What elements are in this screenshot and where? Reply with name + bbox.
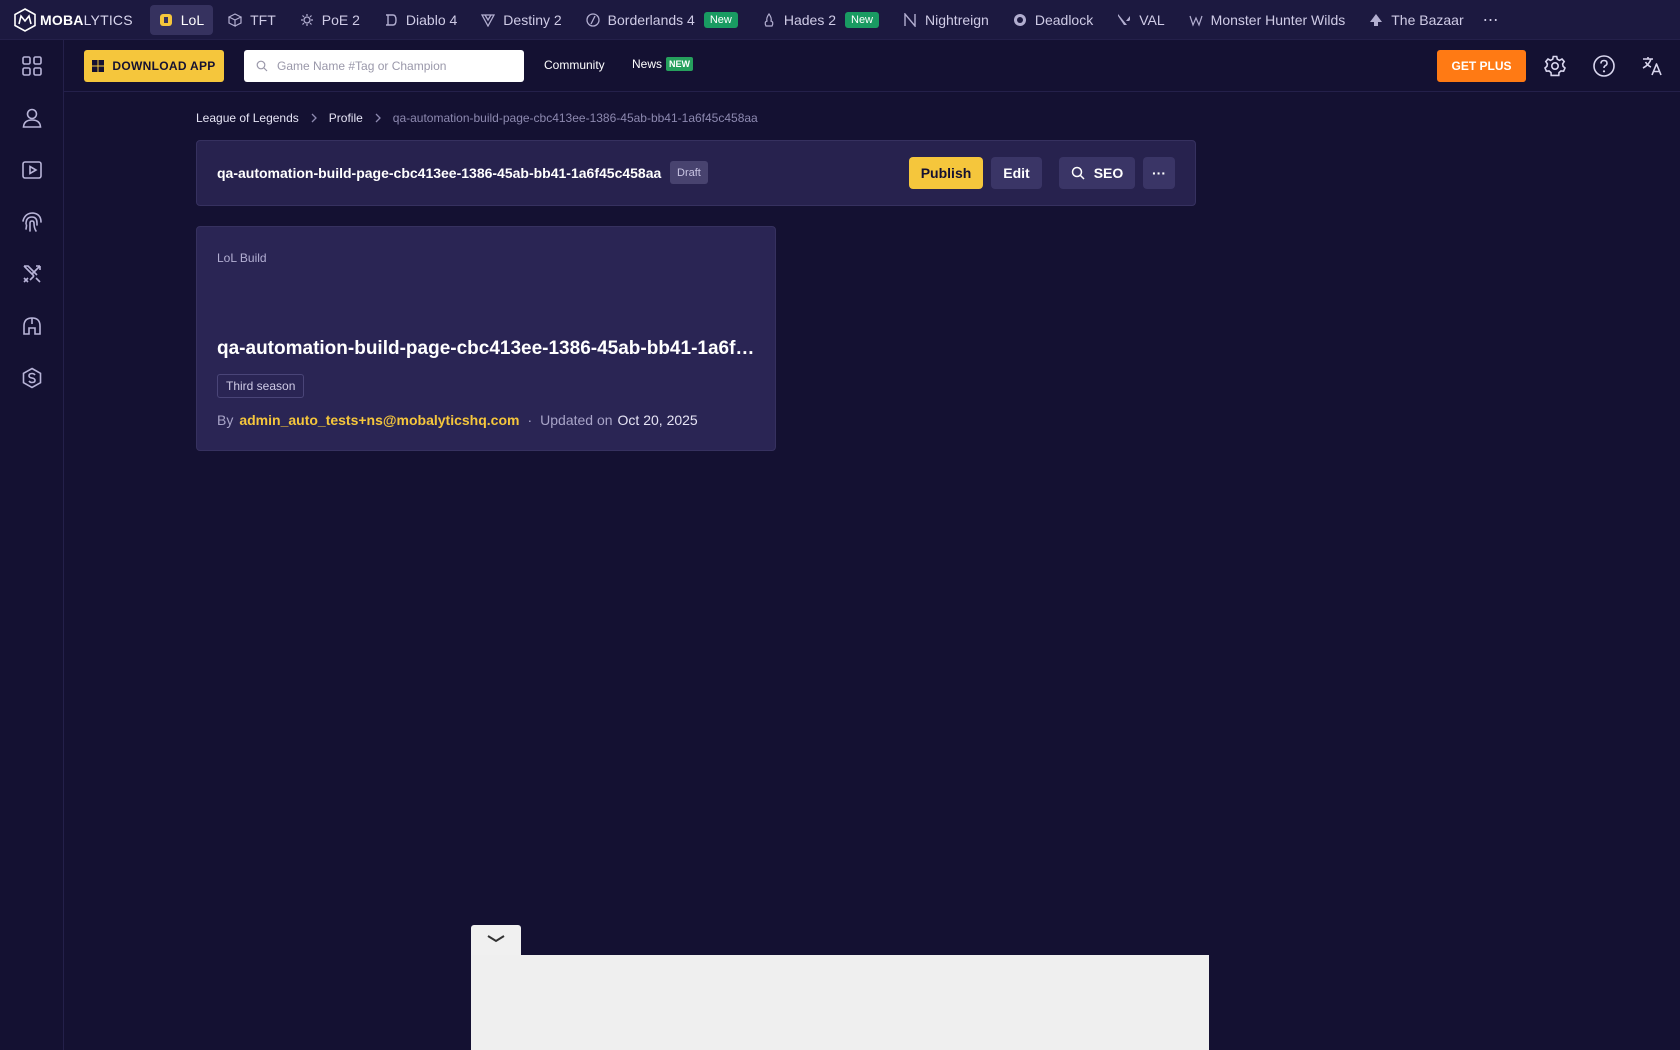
draft-status-badge: Draft	[670, 161, 708, 184]
lol-icon	[159, 13, 173, 27]
help-icon[interactable]	[1592, 54, 1616, 83]
valorant-icon	[1117, 13, 1131, 27]
search-icon	[1071, 166, 1085, 180]
game-tab-destiny2[interactable]: Destiny 2	[472, 5, 570, 35]
page-title: qa-automation-build-page-cbc413ee-1386-4…	[217, 165, 662, 181]
diablo4-icon	[384, 13, 398, 27]
plus-currency-icon[interactable]	[0, 358, 64, 398]
logo-text-bold: MOBA	[40, 11, 84, 28]
game-tab-label: Nightreign	[925, 11, 989, 28]
top-header: DOWNLOAD APP Community News NEW GET PLUS	[64, 40, 1680, 92]
news-new-badge: NEW	[666, 57, 694, 71]
poe2-icon	[300, 13, 314, 27]
mobalytics-logo-icon	[13, 7, 37, 32]
game-tab-label: Monster Hunter Wilds	[1210, 11, 1346, 28]
apps-grid-icon[interactable]	[0, 46, 64, 86]
logo-text-light: LYTICS	[83, 11, 133, 28]
page-title-bar: qa-automation-build-page-cbc413ee-1386-4…	[196, 140, 1196, 206]
game-tab-label: Deadlock	[1034, 11, 1094, 28]
chevron-down-icon	[486, 931, 506, 949]
publish-button[interactable]: Publish	[909, 157, 983, 189]
download-app-label: DOWNLOAD APP	[112, 59, 216, 73]
game-tab-nightreign[interactable]: Nightreign	[894, 5, 998, 35]
card-meta: By admin_auto_tests+ns@mobalyticshq.com …	[217, 412, 698, 428]
game-tab-diablo4[interactable]: Diablo 4	[375, 5, 466, 35]
more-games-icon[interactable]: ⋯	[1483, 10, 1500, 30]
game-tab-poe2[interactable]: PoE 2	[291, 5, 369, 35]
new-badge: New	[703, 11, 738, 28]
game-tab-label: Hades 2	[783, 11, 836, 28]
game-tab-label: Borderlands 4	[607, 11, 695, 28]
game-tab-label: PoE 2	[321, 11, 360, 28]
more-options-button[interactable]: ···	[1143, 157, 1175, 189]
breadcrumb-profile-link[interactable]: Profile	[329, 111, 363, 125]
hades2-icon	[762, 12, 776, 27]
game-tab-val[interactable]: VAL	[1108, 5, 1173, 35]
author-link[interactable]: admin_auto_tests+ns@mobalyticshq.com	[239, 412, 519, 428]
breadcrumb-lol-link[interactable]: League of Legends	[196, 111, 299, 125]
fingerprint-icon[interactable]	[0, 202, 64, 242]
game-tab-lol[interactable]: LoL	[149, 4, 214, 35]
game-tab-monster-hunter[interactable]: Monster Hunter Wilds	[1180, 5, 1355, 35]
seo-label: SEO	[1093, 165, 1124, 181]
game-tab-tft[interactable]: TFT	[219, 5, 285, 35]
game-tab-bazaar[interactable]: The Bazaar	[1360, 5, 1472, 35]
swords-icon[interactable]	[0, 254, 64, 294]
game-tab-label: VAL	[1139, 11, 1165, 28]
destiny2-icon	[481, 13, 496, 27]
by-label: By	[217, 412, 234, 428]
build-card[interactable]: LoL Build qa-automation-build-page-cbc41…	[196, 226, 776, 451]
bottom-ad-panel	[471, 955, 1209, 1050]
search-box[interactable]	[244, 50, 524, 82]
news-link[interactable]: News NEW	[632, 57, 694, 71]
search-icon	[256, 60, 268, 72]
windows-icon	[92, 60, 105, 72]
updated-date: Oct 20, 2025	[617, 412, 698, 428]
ad-collapse-toggle[interactable]	[471, 925, 521, 955]
tft-icon	[228, 12, 243, 27]
new-badge: New	[845, 11, 880, 28]
deadlock-icon	[1013, 13, 1027, 27]
translate-icon[interactable]	[1640, 54, 1664, 83]
game-tab-borderlands4[interactable]: Borderlands 4 New	[577, 5, 747, 35]
game-tab-deadlock[interactable]: Deadlock	[1004, 5, 1102, 35]
card-type-label: LoL Build	[217, 251, 267, 265]
search-input[interactable]	[277, 59, 507, 73]
profile-icon[interactable]	[0, 98, 64, 138]
download-app-button[interactable]: DOWNLOAD APP	[84, 50, 224, 82]
game-tab-label: Destiny 2	[503, 11, 562, 28]
video-icon[interactable]	[0, 150, 64, 190]
seo-button[interactable]: SEO	[1059, 157, 1135, 189]
season-tag: Third season	[217, 374, 305, 398]
game-tab-label: TFT	[250, 11, 276, 28]
mobalytics-logo[interactable]: MOBALYTICS	[13, 7, 133, 32]
news-link-label: News	[632, 57, 663, 71]
helmet-icon[interactable]	[0, 306, 64, 346]
breadcrumb-current: qa-automation-build-page-cbc413ee-1386-4…	[392, 111, 758, 125]
monster-hunter-icon	[1189, 13, 1203, 27]
chevron-right-icon	[374, 113, 382, 123]
game-tab-label: The Bazaar	[1391, 11, 1464, 28]
community-link[interactable]: Community	[544, 58, 605, 72]
get-plus-button[interactable]: GET PLUS	[1437, 50, 1526, 82]
left-sidebar	[0, 40, 64, 1050]
game-nav-bar: MOBALYTICS LoL TFT PoE 2 Diablo 4 Destin…	[0, 0, 1680, 40]
gear-icon[interactable]	[1543, 54, 1567, 83]
card-title[interactable]: qa-automation-build-page-cbc413ee-1386-4…	[217, 338, 757, 360]
game-tab-label: Diablo 4	[405, 11, 458, 28]
chevron-right-icon	[310, 113, 318, 123]
bazaar-icon	[1369, 13, 1383, 27]
updated-label: Updated on	[540, 412, 613, 428]
meta-separator: ·	[527, 412, 533, 428]
borderlands4-icon	[586, 12, 600, 27]
edit-button[interactable]: Edit	[991, 157, 1042, 189]
nightreign-icon	[903, 12, 917, 27]
game-tab-hades2[interactable]: Hades 2 New	[753, 5, 888, 35]
game-tab-label: LoL	[180, 11, 205, 28]
breadcrumb: League of Legends Profile qa-automation-…	[196, 111, 758, 125]
